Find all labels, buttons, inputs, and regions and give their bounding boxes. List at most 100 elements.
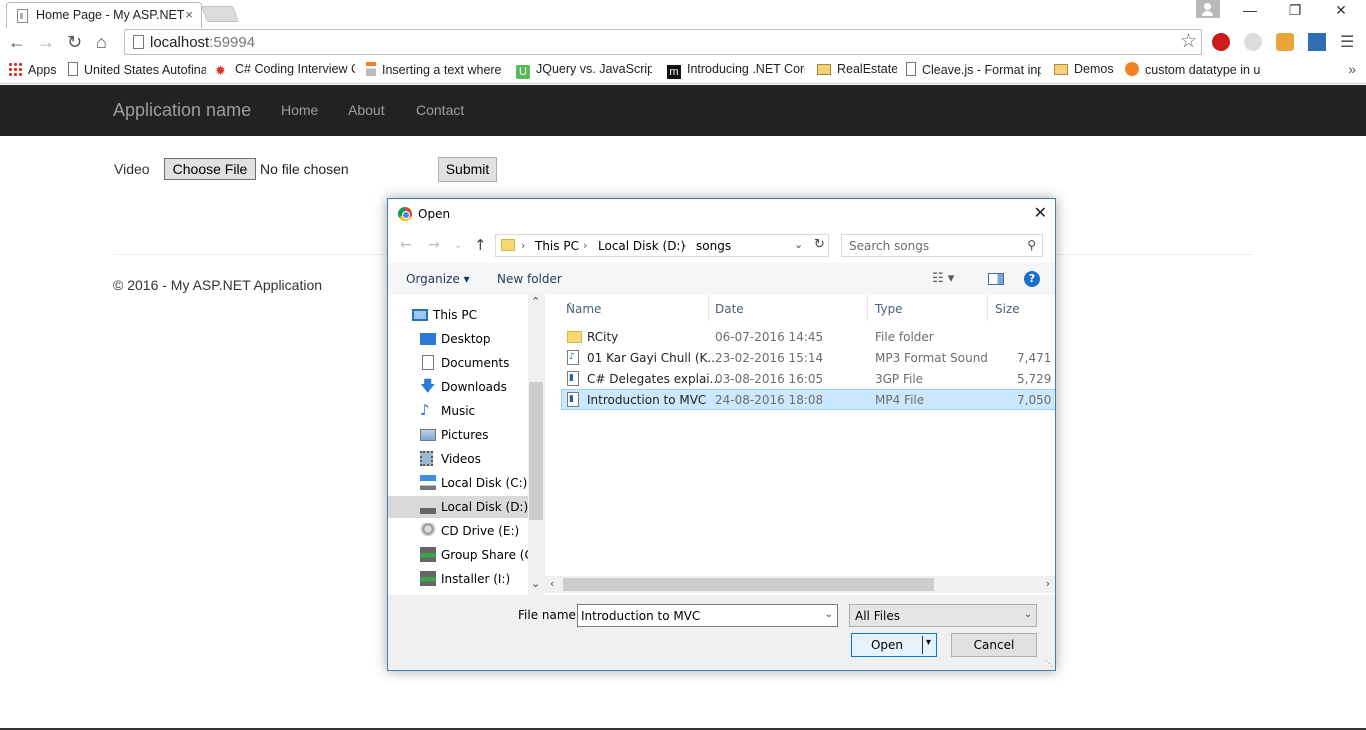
file-row[interactable]: RCity 06-07-2016 14:45 File folder — [562, 327, 1055, 348]
bookmark-cleave[interactable]: Cleave.js - Format inp — [906, 62, 1041, 77]
nav-pane-scrollbar[interactable]: ⌃ ⌄ — [528, 295, 544, 595]
search-input[interactable] — [842, 235, 1022, 256]
minimize-button[interactable]: — — [1235, 2, 1265, 18]
new-tab-button[interactable] — [201, 6, 239, 22]
path-breadcrumb-bar[interactable]: › This PC › Local Disk (D:) › songs ⌄ ↻ — [495, 234, 829, 257]
bookmark-inserting-text[interactable]: Inserting a text where — [366, 62, 506, 77]
breadcrumb-this-pc[interactable]: This PC — [535, 239, 579, 253]
new-folder-button[interactable]: New folder — [497, 272, 562, 286]
nav-this-pc[interactable]: This PC — [388, 304, 528, 326]
nav-home-link[interactable]: Home — [281, 102, 318, 118]
nav-music[interactable]: ♪ Music — [388, 400, 528, 422]
site-brand-link[interactable]: Application name — [113, 100, 251, 121]
nav-documents[interactable]: Documents — [388, 352, 528, 374]
chevron-down-icon[interactable]: ⌄ — [794, 238, 803, 251]
nav-local-disk-c[interactable]: Local Disk (C:) — [388, 472, 528, 494]
recent-locations-icon[interactable]: ⌄ — [454, 240, 462, 251]
organize-button[interactable]: Organize ▾ — [406, 272, 470, 286]
search-icon[interactable]: ⚲ — [1027, 238, 1036, 252]
bookmark-label: RealEstate — [837, 62, 897, 76]
nav-group-share-g[interactable]: Group Share (G:) — [388, 544, 543, 566]
user-profile-icon[interactable] — [1196, 0, 1220, 18]
bookmark-realestate[interactable]: RealEstate — [817, 62, 897, 76]
column-header-date[interactable]: Date — [708, 295, 868, 321]
nav-desktop[interactable]: Desktop — [388, 328, 528, 350]
nav-installer-i[interactable]: Installer (I:) — [388, 568, 528, 590]
breadcrumb-songs[interactable]: songs — [696, 239, 731, 253]
cancel-button[interactable]: Cancel — [951, 633, 1037, 657]
column-header-size[interactable]: Size — [988, 295, 1055, 321]
open-options-dropdown-icon[interactable]: ▾ — [926, 637, 931, 648]
bookmark-jquery-vs-js[interactable]: U JQuery vs. JavaScript — [516, 62, 652, 79]
address-bar[interactable]: localhost:59994 ☆ — [124, 29, 1202, 55]
forward-arrow-icon[interactable]: → — [428, 237, 440, 253]
chevron-right-icon[interactable]: › — [583, 239, 587, 252]
nav-downloads[interactable]: 🡇 Downloads — [388, 376, 528, 398]
s-extension-icon[interactable] — [1308, 33, 1326, 51]
nav-cd-drive-e[interactable]: CD Drive (E:) — [388, 520, 528, 542]
reload-icon[interactable]: ↻ — [67, 32, 82, 53]
page-info-icon[interactable] — [133, 35, 144, 49]
opera-extension-icon[interactable] — [1212, 33, 1230, 51]
choose-file-button[interactable]: Choose File — [164, 158, 256, 180]
bookmark-custom-datatype[interactable]: custom datatype in u — [1125, 62, 1261, 77]
basket-extension-icon[interactable] — [1276, 33, 1294, 51]
chevron-down-icon[interactable]: ⌄ — [825, 609, 833, 620]
bookmark-label: Apps — [28, 63, 57, 77]
chevron-right-icon[interactable]: › — [682, 239, 686, 252]
bookmark-demos[interactable]: Demos — [1054, 62, 1116, 76]
nav-videos[interactable]: Videos — [388, 448, 528, 470]
navigation-pane: This PC Desktop Documents 🡇 Downloads ♪ … — [388, 295, 544, 595]
submit-button[interactable]: Submit — [438, 157, 497, 182]
breadcrumb-local-disk-d[interactable]: Local Disk (D:) — [598, 239, 685, 253]
tab-close-icon[interactable]: × — [185, 7, 193, 22]
file-list-hscrollbar[interactable]: ‹ › — [545, 576, 1055, 593]
file-row[interactable]: ▮ C# Delegates explai... 03-08-2016 16:0… — [562, 369, 1055, 390]
chrome-logo-icon — [398, 207, 412, 221]
bookmark-label: United States Autofina — [84, 63, 206, 77]
scroll-left-icon[interactable]: ‹ — [550, 577, 554, 590]
forward-icon[interactable]: → — [37, 32, 55, 53]
preview-pane-icon[interactable] — [988, 273, 1004, 285]
up-folder-icon[interactable]: ↑ — [474, 236, 487, 254]
bookmarks-overflow-icon[interactable]: » — [1348, 61, 1356, 77]
nav-pictures[interactable]: Pictures — [388, 424, 528, 446]
resize-grip-icon[interactable]: ⋱ — [1045, 659, 1053, 668]
window-close-button[interactable]: ✕ — [1326, 2, 1356, 19]
page-icon — [906, 62, 916, 76]
bookmark-csharp-interview[interactable]: ✹ C# Coding Interview C — [215, 62, 355, 77]
nav-local-disk-d[interactable]: Local Disk (D:) — [388, 496, 528, 518]
refresh-icon[interactable]: ↻ — [814, 237, 825, 252]
file-row[interactable]: ♪ 01 Kar Gayi Chull (K... 23-02-2016 15:… — [562, 348, 1055, 369]
back-arrow-icon[interactable]: ← — [400, 237, 412, 253]
scrollbar-thumb[interactable] — [529, 382, 543, 520]
gray-extension-icon[interactable] — [1244, 33, 1262, 51]
scrollbar-thumb[interactable] — [563, 578, 934, 591]
bookmark-apps[interactable]: Apps — [8, 62, 60, 77]
bookmark-dotnet-core[interactable]: m Introducing .NET Core — [667, 62, 805, 79]
column-header-name[interactable]: ⌃ Name — [559, 295, 709, 321]
chrome-menu-icon[interactable]: ☰ — [1340, 32, 1354, 52]
bookmark-star-icon[interactable]: ☆ — [1180, 30, 1197, 53]
bookmark-united-states[interactable]: United States Autofina — [68, 62, 206, 77]
browser-tab[interactable]: Home Page - My ASP.NET × — [6, 2, 202, 28]
file-row-selected[interactable]: ▮ Introduction to MVC 24-08-2016 18:08 M… — [561, 389, 1055, 410]
chevron-right-icon[interactable]: › — [521, 239, 525, 252]
column-header-type[interactable]: Type — [868, 295, 988, 321]
scroll-right-icon[interactable]: › — [1046, 577, 1050, 590]
change-view-icon[interactable]: ☷ ▾ — [932, 271, 954, 286]
file-name-label: File name: — [518, 608, 580, 622]
nav-about-link[interactable]: About — [348, 102, 385, 118]
nav-contact-link[interactable]: Contact — [416, 102, 464, 118]
scroll-up-icon[interactable]: ⌃ — [531, 295, 540, 308]
dialog-close-button[interactable]: ✕ — [1034, 203, 1047, 222]
back-icon[interactable]: ← — [8, 32, 26, 53]
help-icon[interactable]: ? — [1024, 271, 1040, 287]
scroll-down-icon[interactable]: ⌄ — [531, 577, 540, 590]
file-date: 06-07-2016 14:45 — [715, 330, 824, 344]
file-name-input[interactable] — [578, 605, 818, 626]
file-type-select[interactable]: All Files ⌄ — [849, 604, 1037, 627]
restore-button[interactable]: ❐ — [1280, 2, 1310, 19]
home-icon[interactable]: ⌂ — [96, 32, 107, 53]
open-button[interactable]: Open ▾ — [851, 633, 937, 657]
